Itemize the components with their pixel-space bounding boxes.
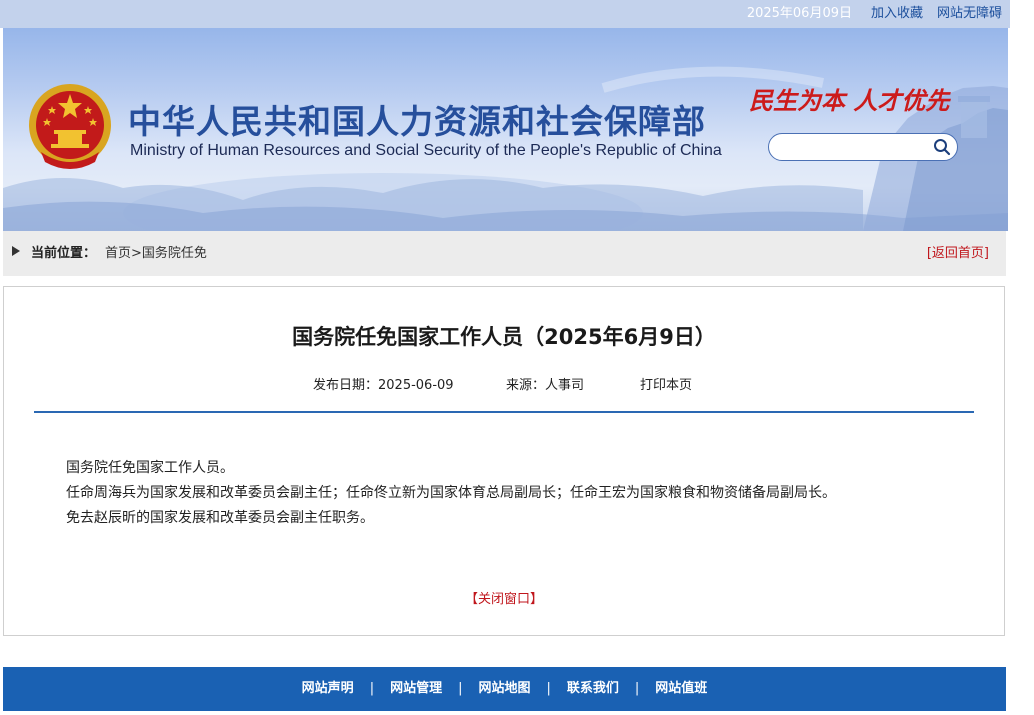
calligraphy-slogan: 民生为本 人才优先 (749, 86, 950, 115)
breadcrumb-separator: > (131, 246, 142, 261)
close-window-link[interactable]: 【关闭窗口】 (465, 592, 543, 607)
footer-separator: | (458, 681, 463, 696)
publish-date: 发布日期：2025-06-09 (313, 374, 454, 393)
publish-date-label: 发布日期： (313, 378, 379, 393)
close-window: 【关闭窗口】 (4, 588, 1004, 607)
national-emblem (29, 84, 111, 169)
source-value: 人事司 (545, 378, 585, 393)
search-input[interactable] (781, 137, 933, 157)
footer-separator: | (634, 681, 640, 696)
location-label: 当前位置： (31, 246, 97, 261)
top-utility-bar: 2025年06月09日 加入收藏 网站无障碍 (0, 0, 1010, 28)
breadcrumb: 首页>国务院任免 (105, 231, 207, 276)
site-header-banner: 中华人民共和国人力资源和社会保障部 Ministry of Human Reso… (3, 28, 1008, 231)
title-divider (34, 411, 974, 413)
footer-separator: | (369, 681, 375, 696)
site-footer: 网站声明 | 网站管理 | 网站地图 | 联系我们 | 网站值班 (3, 667, 1006, 711)
article-panel: 国务院任免国家工作人员（2025年6月9日） 发布日期：2025-06-09 来… (3, 286, 1005, 636)
breadcrumb-arrow-icon (12, 246, 20, 256)
footer-link-management[interactable]: 网站管理 (390, 681, 442, 696)
breadcrumb-home-link[interactable]: 首页 (105, 246, 131, 261)
publish-date-value: 2025-06-09 (378, 378, 454, 393)
footer-link-sitemap[interactable]: 网站地图 (478, 681, 530, 696)
breadcrumb-bar: 当前位置： 首页>国务院任免 [返回首页] (3, 231, 1006, 276)
footer-separator: | (546, 681, 551, 696)
print-page-link[interactable]: 打印本页 (640, 374, 692, 393)
back-to-home-link[interactable]: [返回首页] (927, 231, 989, 276)
source-label: 来源： (506, 378, 546, 393)
ministry-title-en: Ministry of Human Resources and Social S… (130, 142, 722, 159)
ministry-title-cn: 中华人民共和国人力资源和社会保障部 (128, 102, 706, 141)
article-body: 国务院任免国家工作人员。 任命周海兵为国家发展和改革委员会副主任；任命佟立新为国… (66, 456, 836, 531)
article-paragraph: 免去赵辰昕的国家发展和改革委员会副主任职务。 (66, 510, 374, 526)
current-date: 2025年06月09日 (746, 6, 852, 21)
search-box (768, 133, 958, 161)
article-paragraph: 国务院任免国家工作人员。 (66, 460, 234, 476)
source: 来源：人事司 (506, 374, 584, 393)
search-icon[interactable] (933, 138, 951, 160)
footer-link-duty[interactable]: 网站值班 (655, 681, 707, 696)
article-title: 国务院任免国家工作人员（2025年6月9日） (292, 325, 716, 349)
article-paragraph: 任命周海兵为国家发展和改革委员会副主任；任命佟立新为国家体育总局副局长；任命王宏… (66, 485, 836, 501)
accessibility-link[interactable]: 网站无障碍 (937, 0, 1002, 28)
footer-link-contact[interactable]: 联系我们 (567, 681, 619, 696)
add-favorite-link[interactable]: 加入收藏 (871, 0, 923, 28)
breadcrumb-current-link[interactable]: 国务院任免 (142, 246, 207, 261)
footer-link-statement[interactable]: 网站声明 (302, 681, 354, 696)
